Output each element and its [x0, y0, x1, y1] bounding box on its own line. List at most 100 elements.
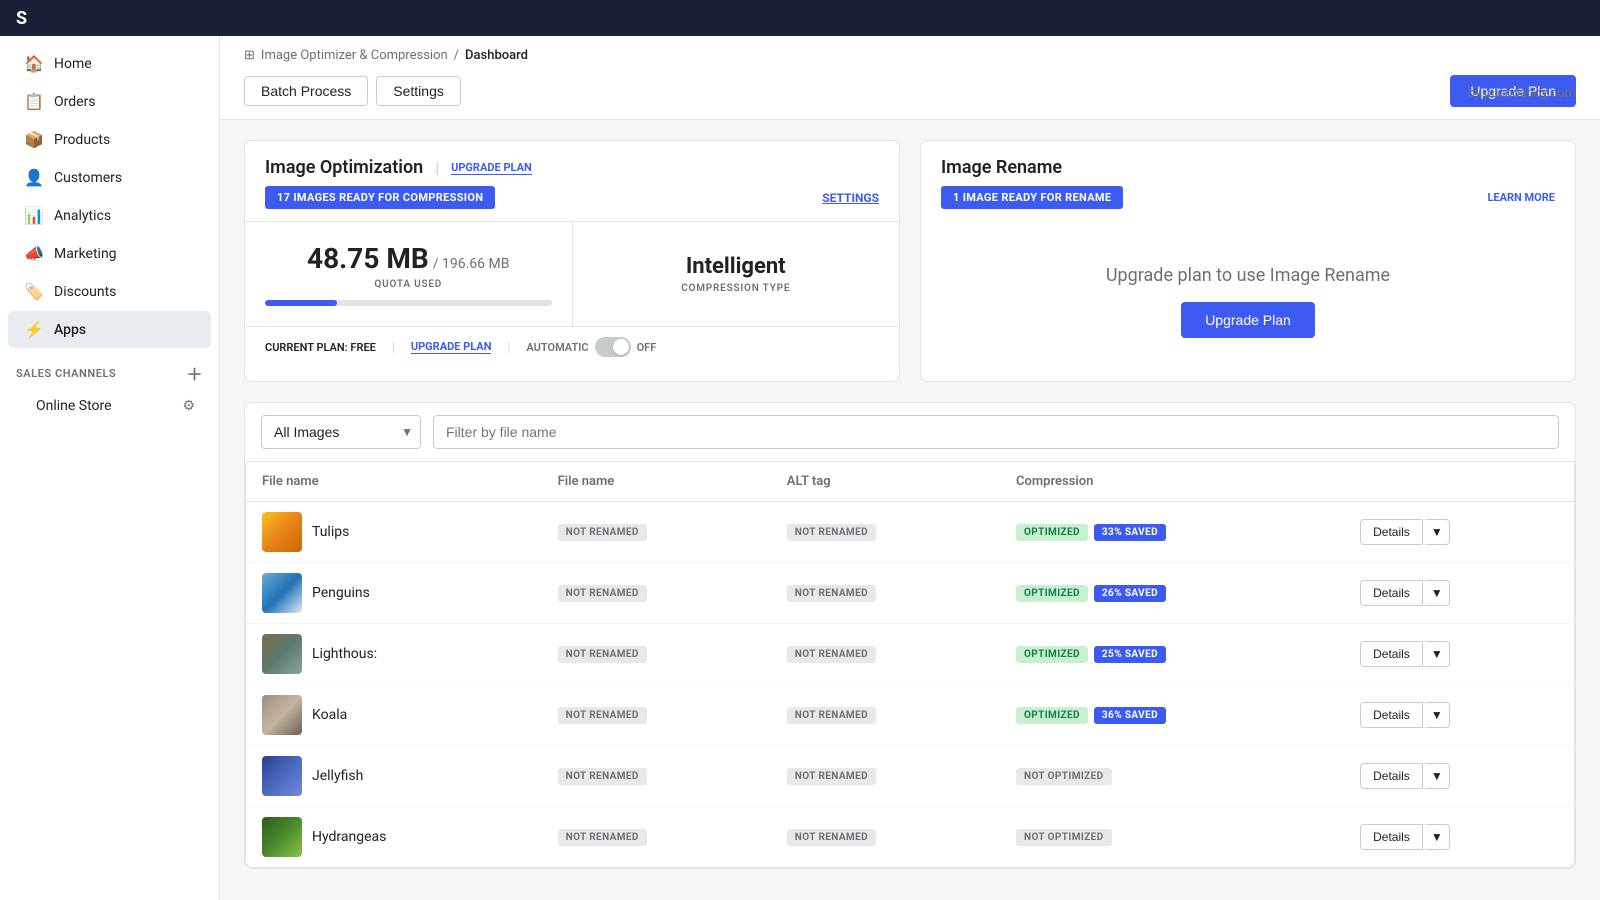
details-dropdown-button[interactable]: ▼ — [1425, 702, 1450, 728]
app-header: ⊞ Image Optimizer & Compression / Dashbo… — [220, 36, 1600, 120]
rename-upgrade-btn[interactable]: Upgrade Plan — [1181, 302, 1315, 338]
col-alt-tag: ALT tag — [771, 462, 1000, 502]
actions-cell: Details ▼ — [1344, 685, 1574, 746]
marketing-icon: 📣 — [24, 244, 44, 263]
file-name-badge-cell: NOT RENAMED — [542, 746, 771, 807]
optimization-panel-footer: CURRENT PLAN: FREE | UPGRADE PLAN | AUTO… — [245, 327, 899, 367]
details-dropdown-button[interactable]: ▼ — [1425, 824, 1450, 850]
sidebar: 🏠 Home 📋 Orders 📦 Products 👤 Customers 📊… — [0, 36, 220, 900]
details-button[interactable]: Details — [1360, 824, 1423, 850]
footer-upgrade-link[interactable]: UPGRADE PLAN — [411, 340, 492, 354]
sidebar-label-analytics: Analytics — [54, 208, 111, 224]
automatic-toggle-wrap: AUTOMATIC OFF — [526, 337, 656, 357]
optimization-panel-body: 48.75 MB / 196.66 MB QUOTA USED Intellig… — [245, 221, 899, 327]
alt-tag-cell: NOT RENAMED — [771, 563, 1000, 624]
saved-badge: 36% SAVED — [1094, 707, 1166, 724]
sales-channels-header: SALES CHANNELS ＋ — [0, 349, 219, 389]
file-name-badge-cell: NOT RENAMED — [542, 685, 771, 746]
details-button[interactable]: Details — [1360, 519, 1423, 545]
alt-badge: NOT RENAMED — [787, 829, 876, 846]
file-thumb — [262, 756, 302, 796]
file-name-cell: Lighthous: — [246, 624, 542, 685]
footer-divider2: | — [507, 340, 510, 354]
table-row: Hydrangeas NOT RENAMED NOT RENAMED NOT O… — [246, 807, 1574, 868]
sidebar-label-orders: Orders — [54, 94, 96, 110]
table-row: Jellyfish NOT RENAMED NOT RENAMED NOT OP… — [246, 746, 1574, 807]
learn-more-link[interactable]: LEARN MORE — [1487, 191, 1555, 204]
add-channel-icon[interactable]: ＋ — [186, 361, 203, 385]
file-name-text: Koala — [312, 707, 347, 723]
alt-tag-cell: NOT RENAMED — [771, 807, 1000, 868]
details-button[interactable]: Details — [1360, 763, 1423, 789]
alt-badge: NOT RENAMED — [787, 646, 876, 663]
details-button[interactable]: Details — [1360, 702, 1423, 728]
compression-cell: NOT OPTIMIZED — [1000, 746, 1344, 807]
compression-badge: NOT OPTIMIZED — [1016, 768, 1112, 785]
automatic-toggle[interactable] — [595, 337, 631, 357]
col-filename: File name — [246, 462, 542, 502]
details-button[interactable]: Details — [1360, 580, 1423, 606]
sidebar-item-apps[interactable]: ⚡ Apps — [8, 311, 211, 348]
settings-tab[interactable]: Settings — [376, 76, 461, 106]
online-store-settings-icon[interactable]: ⚙ — [182, 398, 195, 414]
file-thumb — [262, 817, 302, 857]
details-button[interactable]: Details — [1360, 641, 1423, 667]
filter-input[interactable] — [433, 415, 1559, 449]
details-dropdown-button[interactable]: ▼ — [1425, 641, 1450, 667]
alt-tag-cell: NOT RENAMED — [771, 624, 1000, 685]
file-thumb — [262, 512, 302, 552]
file-name-cell: Hydrangeas — [246, 807, 542, 868]
filename-badge: NOT RENAMED — [558, 585, 647, 602]
table-row: Koala NOT RENAMED NOT RENAMED OPTIMIZED … — [246, 685, 1574, 746]
products-icon: 📦 — [24, 130, 44, 149]
actions-cell: Details ▼ — [1344, 502, 1574, 563]
quota-bar — [265, 300, 552, 306]
quota-total: / 196.66 MB — [433, 256, 510, 272]
compression-cell: NOT OPTIMIZED — [1000, 807, 1344, 868]
table-row: Tulips NOT RENAMED NOT RENAMED OPTIMIZED… — [246, 502, 1574, 563]
compression-badge: NOT OPTIMIZED — [1016, 829, 1112, 846]
col-filename2: File name — [542, 462, 771, 502]
online-store-label: Online Store — [36, 398, 112, 414]
sidebar-item-products[interactable]: 📦 Products — [8, 121, 211, 158]
dashboard: Image Optimization | UPGRADE PLAN 17 IMA… — [220, 120, 1600, 889]
optimization-panel-banner: 17 IMAGES READY FOR COMPRESSION SETTINGS — [265, 186, 879, 209]
optimization-panel: Image Optimization | UPGRADE PLAN 17 IMA… — [244, 140, 900, 382]
header-actions: Batch Process Settings Upgrade Plan — [244, 75, 1576, 119]
content-area: ⊞ Image Optimizer & Compression / Dashbo… — [220, 36, 1600, 900]
compression-badge: OPTIMIZED — [1016, 646, 1088, 663]
compression-badge: OPTIMIZED — [1016, 707, 1088, 724]
compression-badge: OPTIMIZED — [1016, 524, 1088, 541]
details-dropdown-button[interactable]: ▼ — [1425, 519, 1450, 545]
file-name-text: Lighthous: — [312, 646, 377, 662]
compression-type-label: COMPRESSION TYPE — [681, 283, 790, 294]
table-head: File name File name ALT tag Compression — [246, 462, 1574, 502]
quota-bar-fill — [265, 300, 337, 306]
details-dropdown-button[interactable]: ▼ — [1425, 763, 1450, 789]
file-name-cell: Tulips — [246, 502, 542, 563]
filename-badge: NOT RENAMED — [558, 829, 647, 846]
batch-process-tab[interactable]: Batch Process — [244, 76, 368, 106]
filter-select[interactable]: All Images Optimized Not Optimized — [261, 415, 421, 449]
sidebar-item-customers[interactable]: 👤 Customers — [8, 159, 211, 196]
sidebar-label-discounts: Discounts — [54, 284, 116, 300]
sidebar-item-home[interactable]: 🏠 Home — [8, 45, 211, 82]
compression-cell: OPTIMIZED 25% SAVED — [1000, 624, 1344, 685]
panel-settings-link[interactable]: SETTINGS — [822, 191, 879, 205]
optimization-panel-header: Image Optimization | UPGRADE PLAN — [245, 141, 899, 186]
sidebar-label-apps: Apps — [54, 322, 86, 338]
actions-cell: Details ▼ — [1344, 563, 1574, 624]
file-name-badge-cell: NOT RENAMED — [542, 502, 771, 563]
apps-icon: ⚡ — [24, 320, 44, 339]
rename-panel-body: Upgrade plan to use Image Rename Upgrade… — [921, 221, 1575, 381]
topbar: S — [0, 0, 1600, 36]
sidebar-item-online-store[interactable]: Online Store ⚙ — [8, 390, 211, 422]
upgrade-plan-link[interactable]: UPGRADE PLAN — [451, 161, 532, 175]
sidebar-label-customers: Customers — [54, 170, 122, 186]
sidebar-item-analytics[interactable]: 📊 Analytics — [8, 197, 211, 234]
details-dropdown-button[interactable]: ▼ — [1425, 580, 1450, 606]
quota-value: 48.75 MB — [307, 242, 429, 275]
sidebar-item-discounts[interactable]: 🏷️ Discounts — [8, 273, 211, 310]
sidebar-item-orders[interactable]: 📋 Orders — [8, 83, 211, 120]
sidebar-item-marketing[interactable]: 📣 Marketing — [8, 235, 211, 272]
